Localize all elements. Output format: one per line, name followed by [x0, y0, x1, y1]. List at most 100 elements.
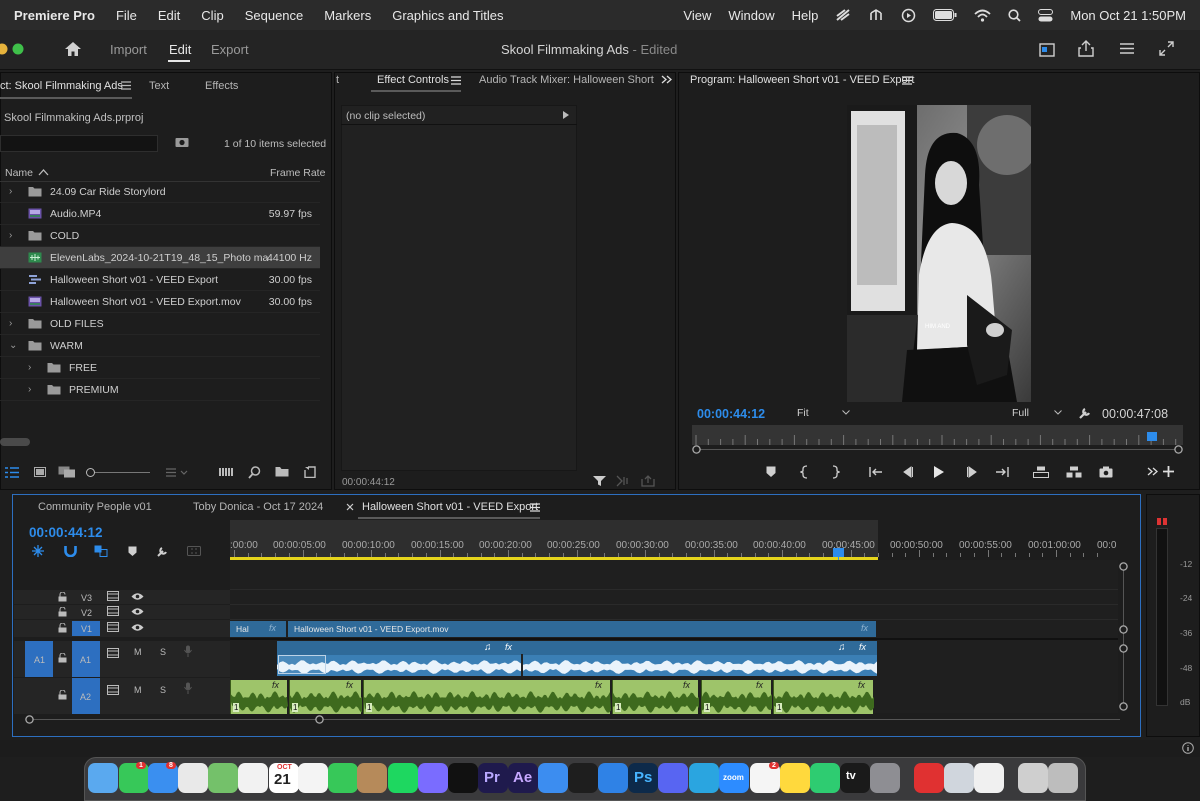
- linked-selection-icon[interactable]: [94, 545, 108, 557]
- clip-a2-audio[interactable]: fx 1: [230, 680, 288, 714]
- menu-edit[interactable]: Edit: [158, 8, 180, 23]
- voiceover-mic-icon[interactable]: [184, 645, 192, 657]
- more-tabs-icon[interactable]: [661, 75, 672, 84]
- mark-in-icon[interactable]: [800, 465, 810, 479]
- workspace-edit[interactable]: Edit: [169, 42, 191, 57]
- clip-a2-audio[interactable]: fx 1: [612, 680, 699, 714]
- project-horizontal-scrollbar[interactable]: [0, 438, 30, 446]
- clip-v1-short[interactable]: Hal fx: [230, 621, 286, 637]
- automate-to-sequence-icon[interactable]: [219, 467, 235, 477]
- lock-track-icon[interactable]: [58, 690, 67, 700]
- facetime-icon[interactable]: [328, 763, 358, 793]
- add-marker-icon[interactable]: [128, 546, 137, 557]
- photos-icon[interactable]: [238, 763, 268, 793]
- sync-lock-icon[interactable]: [107, 622, 119, 632]
- lock-track-icon[interactable]: [58, 653, 67, 663]
- export-icon[interactable]: [641, 475, 655, 487]
- screenshot-icon[interactable]: [914, 763, 944, 793]
- project-search-input[interactable]: [0, 135, 158, 152]
- go-to-in-icon[interactable]: [869, 466, 883, 478]
- battery-icon[interactable]: [933, 9, 957, 21]
- timeline-playhead-handle[interactable]: [833, 548, 844, 557]
- expand-chevron-icon[interactable]: ›: [9, 318, 12, 329]
- vscroll-audio-top-handle[interactable]: [1119, 644, 1128, 653]
- zoom-bar-right-handle[interactable]: [1174, 445, 1183, 454]
- program-zoom-bar[interactable]: [697, 449, 1179, 450]
- program-time-ruler[interactable]: [692, 425, 1183, 445]
- stream-icon[interactable]: [835, 8, 851, 22]
- settings-wrench-icon[interactable]: [1078, 406, 1092, 420]
- find-icon[interactable]: [175, 137, 189, 148]
- timeline-horizontal-scrollbar[interactable]: [30, 719, 1120, 720]
- sort-icons-icon[interactable]: [166, 468, 190, 477]
- menu-view[interactable]: View: [683, 8, 711, 23]
- project-item[interactable]: ElevenLabs_2024-10-21T19_48_15_Photo ma 4…: [0, 247, 320, 269]
- sync-lock-icon[interactable]: [107, 591, 119, 601]
- freeform-view-icon[interactable]: [58, 466, 76, 478]
- column-header-frame-rate[interactable]: Frame Rate: [270, 167, 325, 179]
- program-playhead-timecode[interactable]: 00:00:44:12: [697, 407, 765, 421]
- resolution-select[interactable]: Full: [1008, 405, 1066, 421]
- project-item[interactable]: Halloween Short v01 - VEED Export 30.00 f…: [0, 269, 320, 291]
- program-monitor-title[interactable]: Program: Halloween Short v01 - VEED Expo…: [690, 74, 914, 86]
- new-item-icon[interactable]: [304, 466, 316, 478]
- captions-icon[interactable]: [187, 546, 201, 556]
- expand-chevron-icon[interactable]: ⌄: [9, 340, 17, 351]
- app-menu[interactable]: Premiere Pro: [14, 8, 95, 23]
- expand-chevron-icon[interactable]: ›: [9, 230, 12, 241]
- menu-clip[interactable]: Clip: [201, 8, 223, 23]
- tab-sequence-toby-donica[interactable]: Toby Donica - Oct 17 2024: [193, 501, 323, 513]
- icon-view-icon[interactable]: [34, 467, 46, 477]
- whatsapp-icon[interactable]: [810, 763, 840, 793]
- spotify-icon[interactable]: [388, 763, 418, 793]
- expand-chevron-icon[interactable]: ›: [28, 362, 31, 373]
- voiceover-mic-icon[interactable]: [184, 682, 192, 694]
- toggle-output-eye-icon[interactable]: [131, 592, 144, 601]
- tab-sequence-halloween-short[interactable]: Halloween Short v01 - VEED Export: [362, 501, 538, 513]
- menu-file[interactable]: File: [116, 8, 137, 23]
- maps-icon[interactable]: [208, 763, 238, 793]
- sync-lock-icon[interactable]: [107, 606, 119, 616]
- project-item[interactable]: › 24.09 Car Ride Storylord: [0, 181, 320, 203]
- zoom-level-select[interactable]: Fit: [791, 405, 855, 421]
- timeline-vertical-scrollbar[interactable]: [1123, 568, 1124, 704]
- menu-sequence[interactable]: Sequence: [245, 8, 304, 23]
- program-playhead[interactable]: [1147, 432, 1157, 441]
- preview-icon[interactable]: [944, 763, 974, 793]
- clip-a2-audio[interactable]: fx 1: [773, 680, 874, 714]
- play-circle-icon[interactable]: [901, 8, 916, 23]
- lift-icon[interactable]: [1033, 466, 1049, 478]
- lock-track-icon[interactable]: [58, 592, 67, 602]
- more-controls-icon[interactable]: [1147, 467, 1158, 476]
- tab-project[interactable]: ct: Skool Filmmaking Ads: [0, 80, 123, 92]
- clip-indicator-left[interactable]: [1157, 518, 1161, 525]
- menu-graphics-and-titles[interactable]: Graphics and Titles: [392, 8, 503, 23]
- project-item[interactable]: › COLD: [0, 225, 320, 247]
- fullscreen-icon[interactable]: [1159, 41, 1174, 56]
- edit-point[interactable]: [521, 654, 523, 676]
- screens-icon[interactable]: [598, 763, 628, 793]
- clip-v1-main[interactable]: Halloween Short v01 - VEED Export.mov fx: [288, 621, 876, 637]
- scrollbar-left-handle[interactable]: [25, 715, 34, 724]
- zoom-bar-left-handle[interactable]: [692, 445, 701, 454]
- menu-help[interactable]: Help: [792, 8, 819, 23]
- vscroll-top-handle[interactable]: [1119, 562, 1128, 571]
- workspace-export[interactable]: Export: [211, 42, 249, 57]
- search-icon[interactable]: [1008, 8, 1022, 22]
- music-folder-icon[interactable]: [1018, 763, 1048, 793]
- keka-icon[interactable]: [357, 763, 387, 793]
- project-item[interactable]: › OLD FILES: [0, 313, 320, 335]
- clock[interactable]: Mon Oct 21 1:50PM: [1070, 8, 1186, 23]
- sort-ascending-icon[interactable]: [38, 168, 49, 176]
- finder-icon[interactable]: [88, 763, 118, 793]
- clip-a2-audio[interactable]: fx 1: [363, 680, 611, 714]
- mute-button-a2[interactable]: M: [134, 685, 142, 695]
- tab-menu-icon[interactable]: [451, 76, 461, 85]
- scrollbar-right-handle[interactable]: [315, 715, 324, 724]
- chrome-icon[interactable]: [178, 763, 208, 793]
- list-view-icon[interactable]: [5, 467, 19, 478]
- snap-magnet-icon[interactable]: [64, 545, 77, 557]
- system-settings-icon[interactable]: [870, 763, 900, 793]
- thumbnail-zoom-slider[interactable]: [86, 468, 150, 477]
- home-icon[interactable]: [64, 41, 82, 57]
